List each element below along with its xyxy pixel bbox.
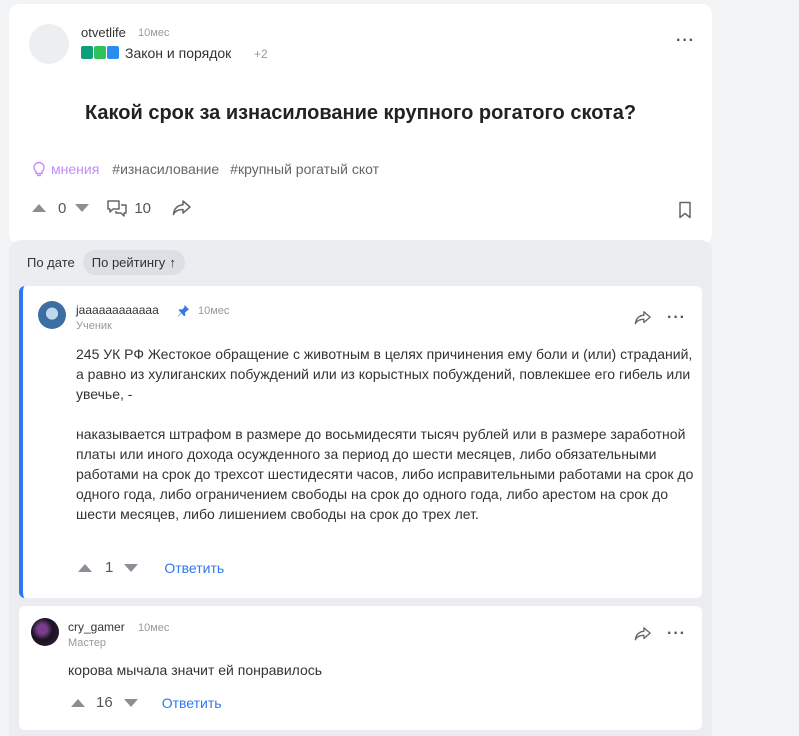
answer-actions: 1 Ответить xyxy=(78,559,224,576)
question-votes: 0 xyxy=(58,199,67,217)
share-arrow-icon[interactable] xyxy=(634,626,652,642)
more-dots-icon[interactable]: ··· xyxy=(667,626,686,642)
category-icon xyxy=(107,46,119,59)
question-title: Какой срок за изнасилование крупного рог… xyxy=(84,102,637,124)
more-dots-icon[interactable]: ··· xyxy=(676,33,695,49)
tags-row: мнения #изнасилование #крупный рогатый с… xyxy=(31,161,390,177)
downvote-icon[interactable] xyxy=(75,204,90,212)
lightbulb-icon xyxy=(33,161,45,177)
question-author-avatar[interactable] xyxy=(29,24,69,64)
answer-time: 10мес xyxy=(138,622,170,634)
answer-card: jaaaaaaaaaaaa 10мес Ученик ··· 245 УК РФ… xyxy=(19,286,702,598)
share-arrow-icon[interactable] xyxy=(172,199,192,217)
answer-paragraph: корова мычала значит ей понравилось xyxy=(68,662,323,678)
answer-author-name[interactable]: cry_gamer xyxy=(68,620,125,634)
bookmark-icon[interactable] xyxy=(678,201,692,219)
pin-icon xyxy=(177,304,190,317)
answer-time: 10мес xyxy=(198,305,230,317)
sort-by-rating[interactable]: По рейтингу ↑ xyxy=(82,250,185,275)
answer-paragraph: наказывается штрафом в размере до восьми… xyxy=(76,426,694,522)
comments-icon[interactable] xyxy=(106,199,128,217)
arrow-up-icon: ↑ xyxy=(169,255,176,270)
answer-author-name[interactable]: jaaaaaaaaaaaa xyxy=(76,303,159,317)
tag-item[interactable]: #крупный рогатый скот xyxy=(230,161,379,177)
comments-count[interactable]: 10 xyxy=(134,200,151,217)
answer-votes: 1 xyxy=(105,559,114,576)
sort-by-rating-label: По рейтингу xyxy=(91,255,166,270)
category-link[interactable]: Закон и порядок xyxy=(125,45,231,61)
upvote-icon[interactable] xyxy=(78,563,92,572)
question-author-name[interactable]: otvetlife xyxy=(81,25,126,40)
sort-by-date[interactable]: По дате xyxy=(27,255,75,270)
category-icons xyxy=(81,46,119,59)
tag-item[interactable]: #изнасилование xyxy=(112,161,219,177)
answer-author-avatar[interactable] xyxy=(31,618,59,646)
category-icon xyxy=(81,46,93,59)
upvote-icon[interactable] xyxy=(32,204,46,212)
category-icon xyxy=(94,46,106,59)
downvote-icon[interactable] xyxy=(124,563,139,572)
answer-author-avatar[interactable] xyxy=(38,301,66,329)
upvote-icon[interactable] xyxy=(71,698,85,707)
answer-card: cry_gamer 10мес Мастер ··· корова мычала… xyxy=(19,606,702,730)
tag-opinion-label: мнения xyxy=(51,161,100,177)
answer-author-rank: Мастер xyxy=(68,637,107,649)
answer-author-rank: Ученик xyxy=(76,320,112,332)
answer-votes: 16 xyxy=(96,694,113,711)
downvote-icon[interactable] xyxy=(123,698,138,707)
category-more[interactable]: +2 xyxy=(254,47,268,61)
answer-paragraph: 245 УК РФ Жестокое обращение с животным … xyxy=(76,346,693,402)
question-actions: 0 10 xyxy=(32,199,192,217)
sort-bar: По дате По рейтингу ↑ xyxy=(27,250,185,275)
more-dots-icon[interactable]: ··· xyxy=(667,310,686,326)
answer-actions: 16 Ответить xyxy=(71,694,222,711)
reply-link[interactable]: Ответить xyxy=(164,560,224,576)
reply-link[interactable]: Ответить xyxy=(162,695,222,711)
tag-opinion[interactable]: мнения xyxy=(31,161,99,177)
question-time: 10мес xyxy=(138,27,170,39)
share-arrow-icon[interactable] xyxy=(634,310,652,326)
